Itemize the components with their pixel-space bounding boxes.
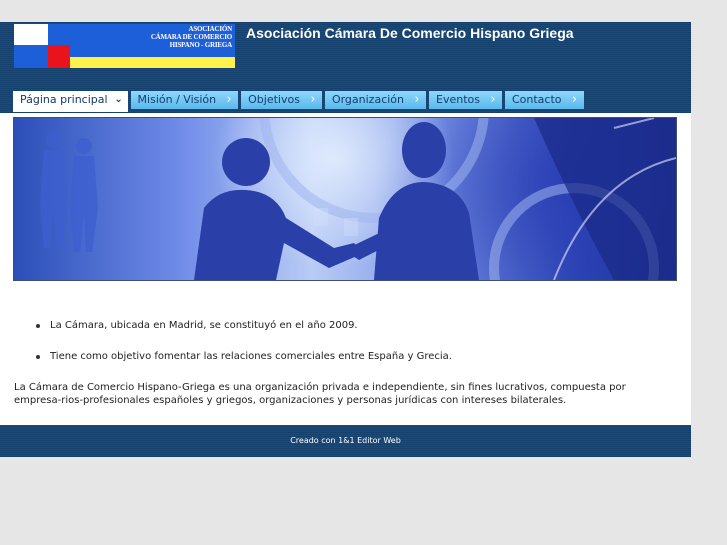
site-title: Asociación Cámara De Comercio Hispano Gr… xyxy=(246,25,574,41)
logo-flag-yellow xyxy=(70,57,235,68)
logo-line-3: HISPANO - GRIEGA xyxy=(169,41,233,49)
tab-eventos[interactable]: Eventos › xyxy=(429,91,502,109)
handshake-silhouette xyxy=(194,122,479,280)
bullet-icon xyxy=(36,355,40,359)
logo-line-1: ASOCIACIÓN xyxy=(188,25,232,33)
tab-label: Eventos xyxy=(436,93,480,106)
chevron-right-icon: › xyxy=(490,92,496,107)
tab-label: Objetivos xyxy=(248,93,300,106)
tab-mision-vision[interactable]: Misión / Visión › xyxy=(130,91,239,109)
tab-objetivos[interactable]: Objetivos › xyxy=(241,91,322,109)
site-logo[interactable]: ASOCIACIÓN CÁMARA DE COMERCIO HISPANO - … xyxy=(14,24,235,68)
tab-pagina-principal[interactable]: Página principal ⌄ xyxy=(13,91,128,112)
tab-label: Misión / Visión xyxy=(137,93,217,106)
tab-label: Organización xyxy=(331,93,404,106)
tab-organizacion[interactable]: Organización › xyxy=(324,91,426,109)
site-header: ASOCIACIÓN CÁMARA DE COMERCIO HISPANO - … xyxy=(0,22,691,113)
walking-people-silhouette xyxy=(40,132,98,252)
chevron-right-icon: › xyxy=(571,92,578,107)
intro-paragraph: La Cámara de Comercio Hispano-Griega es … xyxy=(14,382,626,406)
logo-text: ASOCIACIÓN CÁMARA DE COMERCIO HISPANO - … xyxy=(82,25,232,49)
main-nav: Página principal ⌄ Misión / Visión › Obj… xyxy=(13,91,587,112)
banner-illustration xyxy=(40,118,676,280)
list-item: La Cámara, ubicada en Madrid, se constit… xyxy=(14,318,674,349)
banner-image xyxy=(13,117,677,281)
chevron-right-icon: › xyxy=(226,92,232,107)
chevron-right-icon: › xyxy=(414,92,420,107)
tab-label: Contacto xyxy=(511,93,562,106)
logo-flag-white xyxy=(14,24,48,45)
list-item-text: Tiene como objetivo fomentar las relacio… xyxy=(50,351,452,362)
chevron-down-icon: ⌄ xyxy=(114,94,123,105)
bullet-list: La Cámara, ubicada en Madrid, se constit… xyxy=(14,318,674,380)
bullet-icon xyxy=(36,324,40,328)
chevron-right-icon: › xyxy=(310,92,316,107)
logo-line-2: CÁMARA DE COMERCIO xyxy=(150,33,232,41)
list-item-text: La Cámara, ubicada en Madrid, se constit… xyxy=(50,320,358,331)
tab-contacto[interactable]: Contacto › xyxy=(504,91,584,109)
site-footer: Creado con 1&1 Editor Web xyxy=(0,425,691,457)
main-content: La Cámara, ubicada en Madrid, se constit… xyxy=(14,318,674,380)
tab-label: Página principal xyxy=(20,93,108,106)
list-item: Tiene como objetivo fomentar las relacio… xyxy=(14,349,674,380)
footer-credit-link[interactable]: Creado con 1&1 Editor Web xyxy=(290,436,401,445)
logo-flag-red xyxy=(48,45,70,68)
page: ASOCIACIÓN CÁMARA DE COMERCIO HISPANO - … xyxy=(0,22,691,457)
